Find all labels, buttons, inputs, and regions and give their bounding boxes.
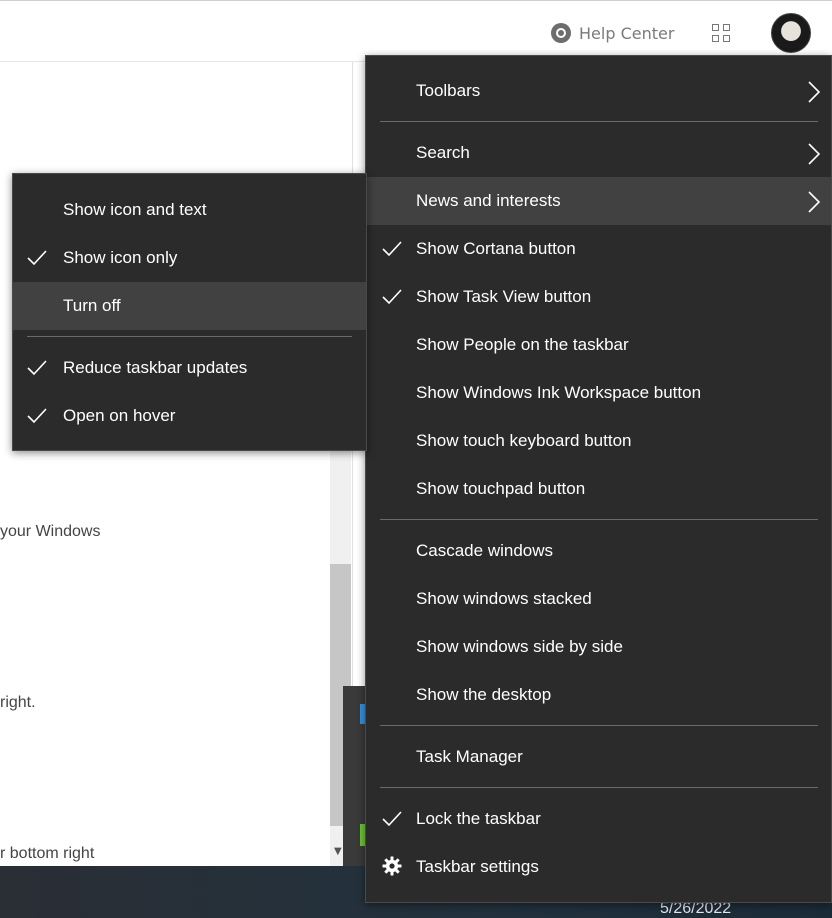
menu-item-label: Turn off	[63, 296, 121, 315]
chevron-right-icon	[808, 81, 821, 103]
menu-item-label: Show Cortana button	[416, 239, 576, 258]
top-header: Help Center	[0, 0, 832, 62]
menu-item-label: Cascade windows	[416, 541, 554, 560]
help-center-link[interactable]: Help Center	[551, 22, 674, 44]
menu-item-label: Taskbar settings	[416, 857, 539, 876]
menu-item-label: Show touchpad button	[416, 479, 586, 498]
checkmark-icon	[382, 289, 402, 305]
menu-item-show-windows-side-by-side[interactable]: Show windows side by side	[366, 623, 831, 671]
menu-item-show-desktop[interactable]: Show the desktop	[366, 671, 831, 719]
menu-item-lock-taskbar[interactable]: Lock the taskbar	[366, 795, 831, 843]
avatar[interactable]	[771, 13, 811, 53]
menu-item-label: Show Windows Ink Workspace button	[416, 383, 702, 402]
content-text: your Windows	[0, 523, 101, 540]
menu-item-toolbars[interactable]: Toolbars	[366, 67, 831, 115]
menu-item-label: Show Task View button	[416, 287, 592, 306]
scroll-down-arrow-icon[interactable]: ▼	[334, 846, 342, 857]
menu-item-news-and-interests[interactable]: News and interests	[366, 177, 831, 225]
submenu-item-open-on-hover[interactable]: Open on hover	[13, 392, 366, 440]
checkmark-icon	[382, 811, 402, 827]
menu-item-label: Show icon only	[63, 248, 178, 267]
checkmark-icon	[382, 241, 402, 257]
news-and-interests-submenu: Show icon and text Show icon only Turn o…	[12, 173, 367, 451]
app-grid-icon[interactable]	[712, 24, 730, 42]
lifebuoy-icon	[551, 23, 571, 43]
menu-item-label: Show the desktop	[416, 685, 552, 704]
chevron-right-icon	[808, 191, 821, 213]
menu-item-label: Show icon and text	[63, 200, 207, 219]
menu-item-taskbar-settings[interactable]: Taskbar settings	[366, 843, 831, 891]
taskbar-context-menu: Toolbars Search News and interests Show …	[365, 55, 832, 903]
menu-item-label: Show windows side by side	[416, 637, 623, 656]
content-text: right.	[0, 694, 36, 711]
menu-item-show-cortana-button[interactable]: Show Cortana button	[366, 225, 831, 273]
menu-item-label: Show People on the taskbar	[416, 335, 629, 354]
chevron-right-icon	[808, 143, 821, 165]
menu-separator	[380, 121, 818, 122]
menu-separator	[380, 787, 818, 788]
submenu-item-show-icon-only[interactable]: Show icon only	[13, 234, 366, 282]
menu-item-show-task-view-button[interactable]: Show Task View button	[366, 273, 831, 321]
menu-item-label: Show windows stacked	[416, 589, 592, 608]
menu-item-task-manager[interactable]: Task Manager	[366, 733, 831, 781]
menu-separator	[27, 336, 352, 337]
menu-item-show-people[interactable]: Show People on the taskbar	[366, 321, 831, 369]
content-text: r bottom right	[0, 845, 95, 862]
menu-item-label: Toolbars	[416, 81, 481, 100]
menu-item-show-touch-keyboard[interactable]: Show touch keyboard button	[366, 417, 831, 465]
checkmark-icon	[27, 250, 47, 266]
menu-item-label: Lock the taskbar	[416, 809, 541, 828]
menu-item-search[interactable]: Search	[366, 129, 831, 177]
menu-item-label: News and interests	[416, 191, 561, 210]
menu-separator	[380, 725, 818, 726]
menu-item-label: Open on hover	[63, 406, 176, 425]
submenu-item-reduce-taskbar-updates[interactable]: Reduce taskbar updates	[13, 344, 366, 392]
menu-item-show-windows-stacked[interactable]: Show windows stacked	[366, 575, 831, 623]
gear-icon	[382, 856, 402, 876]
menu-item-cascade-windows[interactable]: Cascade windows	[366, 527, 831, 575]
submenu-item-show-icon-and-text[interactable]: Show icon and text	[13, 186, 366, 234]
menu-item-show-ink-workspace[interactable]: Show Windows Ink Workspace button	[366, 369, 831, 417]
menu-item-show-touchpad[interactable]: Show touchpad button	[366, 465, 831, 513]
menu-item-label: Reduce taskbar updates	[63, 358, 248, 377]
menu-item-label: Task Manager	[416, 747, 523, 766]
submenu-item-turn-off[interactable]: Turn off	[13, 282, 366, 330]
menu-item-label: Show touch keyboard button	[416, 431, 632, 450]
checkmark-icon	[27, 408, 47, 424]
help-center-label: Help Center	[579, 23, 675, 43]
menu-item-label: Search	[416, 143, 470, 162]
menu-separator	[380, 519, 818, 520]
checkmark-icon	[27, 360, 47, 376]
